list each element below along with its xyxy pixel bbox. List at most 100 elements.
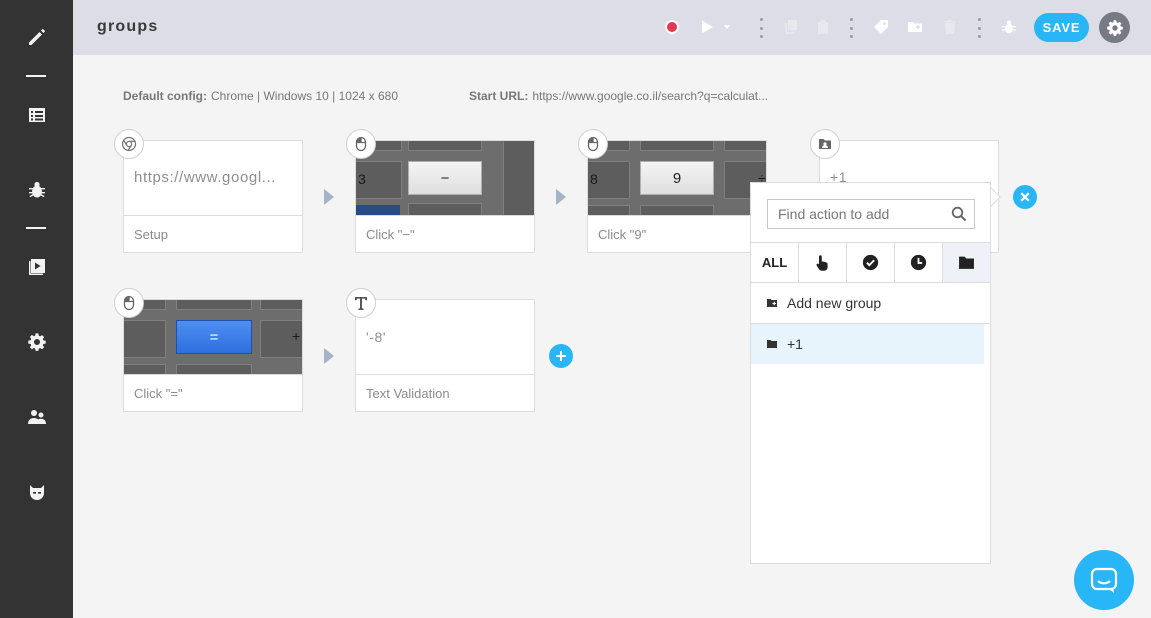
mouse-icon xyxy=(355,136,367,152)
group-item[interactable]: +1 xyxy=(751,324,984,364)
caret-down-icon xyxy=(723,25,731,29)
folder-icon xyxy=(767,340,777,348)
delete-button[interactable] xyxy=(939,16,961,38)
text-icon xyxy=(355,297,367,310)
sidebar-item-bugs[interactable] xyxy=(0,170,73,210)
gear-icon xyxy=(27,333,46,351)
step-card-click-equals[interactable]: = + Click "=" xyxy=(114,288,303,412)
calc-key-highlighted: − xyxy=(408,161,482,195)
sidebar xyxy=(0,0,73,618)
record-button[interactable] xyxy=(661,16,683,38)
step-label: Click "9" xyxy=(588,215,766,252)
tag-icon xyxy=(874,20,888,34)
default-config-label: Default config: xyxy=(123,89,207,103)
save-button[interactable]: SAVE xyxy=(1034,13,1089,42)
step-card-setup[interactable]: https://www.googl... Setup xyxy=(114,129,303,253)
mouse-icon xyxy=(587,136,599,152)
action-category-tabs: ALL xyxy=(751,242,990,283)
mask-icon xyxy=(29,485,44,500)
step-card-text-validation[interactable]: '-8' Text Validation xyxy=(346,288,535,412)
step-card-click-minus[interactable]: 3 − Click "−" xyxy=(346,129,535,253)
start-url-label: Start URL: xyxy=(469,89,529,103)
start-url-value: https://www.google.co.il/search?q=calcul… xyxy=(532,89,769,103)
add-action-popup: Find action to add ALL Add new group +1 xyxy=(750,182,991,564)
settings-button[interactable] xyxy=(1099,12,1130,43)
default-config[interactable]: Default config: Chrome | Windows 10 | 102… xyxy=(123,89,398,103)
calc-key-highlighted: = xyxy=(176,320,252,354)
step-label: Text Validation xyxy=(356,374,534,411)
step-badge xyxy=(114,129,144,159)
trash-icon xyxy=(944,19,956,34)
play-options-dropdown[interactable] xyxy=(720,16,734,38)
plus-icon xyxy=(556,351,566,361)
duplicate-button[interactable] xyxy=(780,16,802,38)
calc-key-highlighted: 9 xyxy=(640,161,714,195)
step-label: Click "=" xyxy=(124,374,302,411)
step-badge xyxy=(578,129,608,159)
sidebar-separator xyxy=(26,227,46,229)
chat-icon xyxy=(1090,567,1118,593)
sidebar-item-edit[interactable] xyxy=(0,17,73,57)
close-icon xyxy=(1020,192,1030,202)
clock-icon xyxy=(910,254,927,271)
step-card-click-9[interactable]: 8 9 ÷ Click "9" xyxy=(578,129,767,253)
chat-support-button[interactable] xyxy=(1074,550,1134,610)
step-arrow xyxy=(324,189,334,205)
step-arrow xyxy=(324,348,334,364)
calc-key: + xyxy=(292,328,301,344)
users-icon xyxy=(27,410,46,424)
mouse-icon xyxy=(123,295,135,311)
sidebar-separator xyxy=(26,75,46,77)
folder-icon xyxy=(959,256,974,269)
tab-waits[interactable] xyxy=(895,243,943,282)
list-icon xyxy=(28,108,45,122)
sidebar-item-list[interactable] xyxy=(0,95,73,135)
group-folder-icon xyxy=(819,139,831,149)
add-to-group-button[interactable] xyxy=(904,16,926,38)
calc-key: 8 xyxy=(590,171,598,187)
separator-dots xyxy=(758,18,764,38)
start-url[interactable]: Start URL: https://www.google.co.il/searc… xyxy=(469,89,768,103)
tab-groups[interactable] xyxy=(943,243,990,282)
step-arrow xyxy=(556,189,566,205)
play-icon xyxy=(702,20,713,34)
top-bar: groups SAVE xyxy=(73,0,1151,55)
check-circle-icon xyxy=(862,254,879,271)
debug-button[interactable] xyxy=(998,16,1020,38)
paste-button[interactable] xyxy=(812,16,834,38)
clipboard-icon xyxy=(818,20,828,34)
pencil-icon xyxy=(28,29,45,45)
add-new-group-label: Add new group xyxy=(787,295,882,311)
find-action-input[interactable]: Find action to add xyxy=(767,199,975,229)
hand-pointer-icon xyxy=(816,255,828,271)
copy-icon xyxy=(785,20,797,34)
step-screenshot: 8 9 ÷ xyxy=(588,141,766,215)
step-badge xyxy=(346,288,376,318)
sidebar-item-runs[interactable] xyxy=(0,247,73,287)
tab-all[interactable]: ALL xyxy=(751,243,799,282)
bug-icon xyxy=(1002,20,1016,34)
page-title[interactable]: groups xyxy=(97,18,158,36)
add-step-button[interactable] xyxy=(549,344,573,368)
step-badge xyxy=(114,288,144,318)
play-square-icon xyxy=(28,259,45,275)
group-item-label: +1 xyxy=(787,336,803,352)
search-icon xyxy=(951,206,967,222)
sidebar-item-team[interactable] xyxy=(0,397,73,437)
add-new-group-item[interactable]: Add new group xyxy=(751,283,984,323)
play-button[interactable] xyxy=(696,16,718,38)
step-label: Setup xyxy=(124,215,302,252)
step-screenshot: 3 − xyxy=(356,141,534,215)
tag-button[interactable] xyxy=(870,16,892,38)
gear-icon xyxy=(1106,19,1123,36)
tab-interactions[interactable] xyxy=(799,243,847,282)
step-screenshot: = + xyxy=(124,300,302,374)
separator-dots xyxy=(976,18,982,38)
default-config-value: Chrome | Windows 10 | 1024 x 680 xyxy=(211,89,398,103)
calc-key: 3 xyxy=(358,171,366,187)
sidebar-item-settings[interactable] xyxy=(0,322,73,362)
sidebar-item-account[interactable] xyxy=(0,472,73,512)
close-popup-button[interactable] xyxy=(1013,185,1037,209)
tab-validations[interactable] xyxy=(847,243,895,282)
validation-text: '-8' xyxy=(366,329,387,345)
